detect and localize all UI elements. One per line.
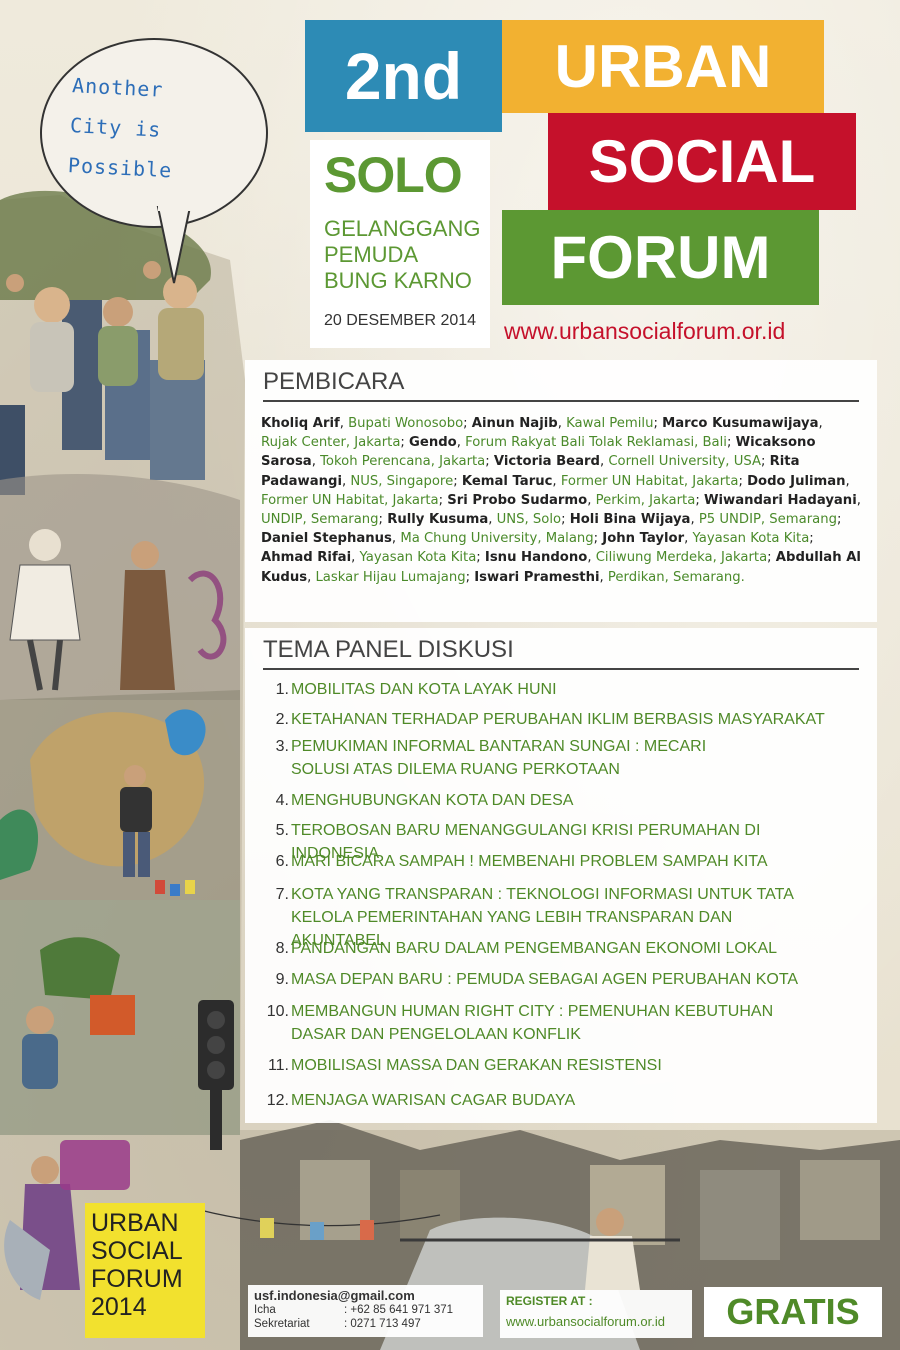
theme-number: 12. — [266, 1092, 289, 1109]
bubble-slogan: Another City is Possible — [67, 65, 263, 195]
speaker-name: Daniel Stephanus — [261, 531, 392, 547]
venue-line: BUNG KARNO — [324, 268, 472, 293]
speaker-name: John Taylor — [602, 531, 685, 547]
event-city: SOLO — [324, 147, 463, 203]
title-social: SOCIAL — [548, 113, 856, 210]
speaker-name: Kemal Taruc — [461, 473, 553, 489]
theme-number: 4. — [275, 792, 289, 809]
contact-row: Sekretariat : 0271 713 497 — [254, 1317, 477, 1331]
website-link[interactable]: www.urbansocialforum.or.id — [504, 318, 785, 345]
logo-line: 2014 — [91, 1293, 147, 1321]
speaker-affiliation: Tokoh Perencana, Jakarta — [320, 454, 486, 470]
event-location-box: SOLO GELANGGANG PEMUDA BUNG KARNO 20 DES… — [310, 140, 490, 348]
speakers-heading: PEMBICARA — [263, 368, 859, 402]
theme-number: 11. — [267, 1057, 289, 1074]
theme-text: KETAHANAN TERHADAP PERUBAHAN IKLIM BERBA… — [291, 711, 825, 728]
logo-line: FORUM — [91, 1265, 183, 1293]
speaker-name: Isnu Handono — [484, 550, 588, 566]
contact-phone: : 0271 713 497 — [344, 1318, 421, 1330]
speaker-affiliation: Ma Chung University, Malang — [400, 531, 594, 547]
speaker-affiliation: P5 UNDIP, Semarang — [698, 512, 837, 528]
speaker-name: Sri Probo Sudarmo — [447, 492, 588, 508]
speaker-name: Dodo Juliman — [747, 473, 846, 489]
speaker-affiliation: Ciliwung Merdeka, Jakarta — [595, 550, 768, 566]
speaker-affiliation: Perkim, Jakarta — [595, 492, 696, 508]
speaker-name: Rully Kusuma — [387, 512, 489, 528]
speaker-name: Holi Bina Wijaya — [569, 512, 691, 528]
register-link[interactable]: www.urbansocialforum.or.id — [506, 1314, 686, 1329]
contact-phone: : +62 85 641 971 371 — [344, 1304, 454, 1316]
venue-line: GELANGGANG — [324, 216, 481, 241]
contact-email[interactable]: usf.indonesia@gmail.com — [254, 1288, 477, 1303]
theme-number: 7. — [275, 886, 289, 903]
theme-number: 8. — [275, 940, 289, 957]
contact-label: Sekretariat — [254, 1318, 310, 1330]
theme-number: 10. — [266, 1003, 289, 1020]
contact-row: Icha : +62 85 641 971 371 — [254, 1303, 477, 1317]
theme-number: 3. — [275, 738, 289, 755]
speaker-affiliation: NUS, Singapore — [350, 473, 454, 489]
themes-heading: TEMA PANEL DISKUSI — [263, 636, 859, 670]
themes-panel: TEMA PANEL DISKUSI 1. MOBILITAS DAN KOTA … — [245, 628, 877, 1123]
speaker-name: Gendo — [409, 435, 457, 451]
theme-text: PANDANGAN BARU DALAM PENGEMBANGAN EKONOM… — [291, 940, 778, 957]
edition-label: 2nd — [305, 20, 502, 132]
speaker-affiliation: Former UN Habitat, Jakarta — [261, 492, 439, 508]
event-venue: GELANGGANG PEMUDA BUNG KARNO — [324, 216, 484, 294]
usf-2014-logo: URBAN SOCIAL FORUM 2014 — [85, 1203, 205, 1338]
speaker-affiliation: Cornell University, USA — [608, 454, 761, 470]
register-box: REGISTER AT : www.urbansocialforum.or.id — [500, 1290, 692, 1338]
speaker-affiliation: Yayasan Kota Kita — [359, 550, 477, 566]
speaker-name: Ainun Najib — [471, 416, 558, 431]
theme-number: 9. — [275, 971, 289, 988]
contact-label: Icha — [254, 1304, 276, 1316]
contact-box: usf.indonesia@gmail.com Icha : +62 85 64… — [248, 1285, 483, 1337]
theme-number: 2. — [275, 711, 289, 728]
theme-text: MARI BICARA SAMPAH ! MEMBENAHI PROBLEM S… — [291, 853, 768, 870]
speaker-affiliation: Kawal Pemilu — [566, 416, 654, 431]
speaker-affiliation: Bupati Wonosobo — [348, 416, 464, 431]
theme-text: MENGHUBUNGKAN KOTA DAN DESA — [291, 792, 574, 809]
speaker-affiliation: Former UN Habitat, Jakarta — [560, 473, 739, 489]
theme-number: 5. — [275, 822, 289, 839]
event-date: 20 DESEMBER 2014 — [324, 312, 477, 329]
speaker-name: Iswari Pramesthi — [474, 569, 600, 585]
speakers-list: Kholiq Arif, Bupati Wonosobo; Ainun Naji… — [261, 416, 861, 585]
logo-line: SOCIAL — [91, 1237, 183, 1265]
speaker-affiliation: Perdikan, Semarang. — [607, 569, 745, 585]
theme-text: MASA DEPAN BARU : PEMUDA SEBAGAI AGEN PE… — [291, 971, 799, 988]
speech-bubble-tail — [156, 205, 192, 284]
theme-text: MOBILISASI MASSA DAN GERAKAN RESISTENSI — [291, 1057, 662, 1074]
theme-number: 6. — [275, 853, 289, 870]
speakers-panel: PEMBICARA Kholiq Arif, Bupati Wonosobo; … — [245, 360, 877, 622]
theme-number: 1. — [275, 681, 289, 698]
speaker-affiliation: Yayasan Kota Kita — [692, 531, 810, 547]
speaker-affiliation: Forum Rakyat Bali Tolak Reklamasi, Bali — [465, 435, 727, 451]
speaker-name: Kholiq Arif — [261, 416, 340, 431]
speaker-name: Ahmad Rifai — [261, 550, 352, 566]
register-label: REGISTER AT : — [506, 1294, 593, 1308]
speaker-name: Wiwandari Hadayani — [703, 492, 857, 508]
theme-text: MENJAGA WARISAN CAGAR BUDAYA — [291, 1092, 576, 1109]
speaker-affiliation: Laskar Hijau Lumajang — [315, 569, 466, 585]
venue-line: PEMUDA — [324, 242, 419, 267]
speaker-affiliation: UNS, Solo — [496, 512, 562, 528]
speaker-name: Marco Kusumawijaya — [662, 416, 819, 431]
title-urban: URBAN — [502, 20, 824, 113]
theme-text: MOBILITAS DAN KOTA LAYAK HUNI — [291, 681, 557, 698]
speaker-affiliation: UNDIP, Semarang — [261, 512, 379, 528]
speaker-affiliation: Rujak Center, Jakarta — [261, 435, 401, 451]
speaker-name: Victoria Beard — [493, 454, 600, 470]
theme-text: PEMUKIMAN INFORMAL BANTARAN SUNGAI : MEC… — [291, 738, 707, 778]
price-badge: GRATIS — [704, 1287, 882, 1337]
logo-line: URBAN — [91, 1209, 179, 1237]
theme-text: MEMBANGUN HUMAN RIGHT CITY : PEMENUHAN K… — [291, 1003, 774, 1043]
title-forum: FORUM — [502, 210, 819, 305]
